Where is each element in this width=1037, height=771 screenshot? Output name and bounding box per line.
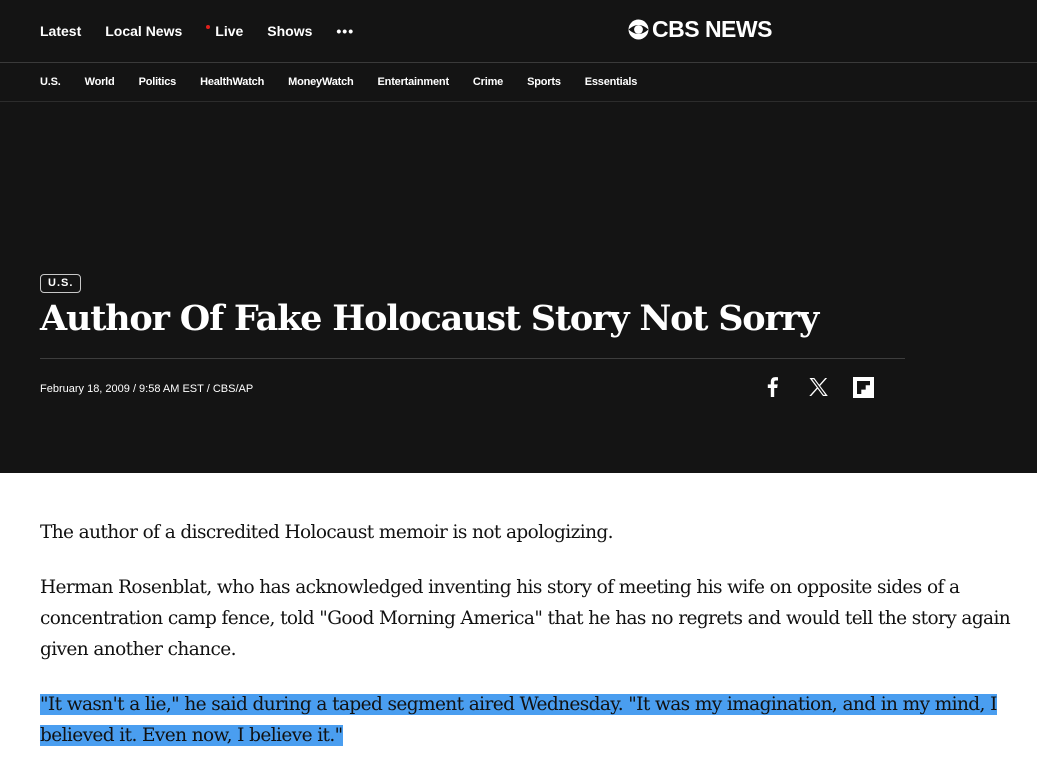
section-sports[interactable]: Sports bbox=[527, 76, 561, 88]
primary-nav: Latest Local News Live Shows ••• bbox=[0, 0, 1037, 62]
headline-divider bbox=[40, 358, 905, 359]
nav-live[interactable]: Live bbox=[206, 23, 243, 39]
live-dot-icon bbox=[206, 25, 211, 30]
section-crime[interactable]: Crime bbox=[473, 76, 503, 88]
section-moneywatch[interactable]: MoneyWatch bbox=[288, 76, 354, 88]
section-healthwatch[interactable]: HealthWatch bbox=[200, 76, 264, 88]
nav-latest[interactable]: Latest bbox=[40, 23, 81, 39]
section-world[interactable]: World bbox=[85, 76, 115, 88]
section-us[interactable]: U.S. bbox=[40, 76, 61, 88]
article-paragraph: The author of a discredited Holocaust me… bbox=[40, 522, 614, 543]
logo-text: CBS NEWS bbox=[652, 16, 772, 42]
article-headline: Author Of Fake Holocaust Story Not Sorry bbox=[40, 298, 819, 339]
article-byline: February 18, 2009 / 9:58 AM EST / CBS/AP bbox=[40, 383, 254, 395]
section-politics[interactable]: Politics bbox=[139, 76, 177, 88]
nav-shows[interactable]: Shows bbox=[267, 23, 312, 39]
section-essentials[interactable]: Essentials bbox=[585, 76, 638, 88]
nav-local-news[interactable]: Local News bbox=[105, 23, 182, 39]
more-menu-button[interactable]: ••• bbox=[336, 23, 354, 39]
cbs-news-logo[interactable]: CBS NEWS bbox=[628, 16, 772, 43]
facebook-icon[interactable] bbox=[763, 376, 781, 398]
cbs-eye-icon bbox=[628, 19, 649, 40]
selected-text[interactable]: "It wasn't a lie," he said during a tape… bbox=[40, 694, 997, 746]
category-badge[interactable]: U.S. bbox=[40, 274, 82, 293]
x-icon[interactable] bbox=[806, 376, 830, 398]
article-header: Latest Local News Live Shows ••• CBS NEW… bbox=[0, 0, 1037, 473]
section-nav: U.S. World Politics HealthWatch MoneyWat… bbox=[0, 63, 1037, 101]
section-entertainment[interactable]: Entertainment bbox=[378, 76, 450, 88]
article-paragraph: Herman Rosenblat, who has acknowledged i… bbox=[40, 577, 1011, 660]
nav-live-label: Live bbox=[215, 23, 244, 39]
section-divider bbox=[0, 101, 1037, 102]
flipboard-icon[interactable] bbox=[852, 376, 874, 398]
highlighted-quote-paragraph: "It wasn't a lie," he said during a tape… bbox=[40, 689, 1020, 751]
